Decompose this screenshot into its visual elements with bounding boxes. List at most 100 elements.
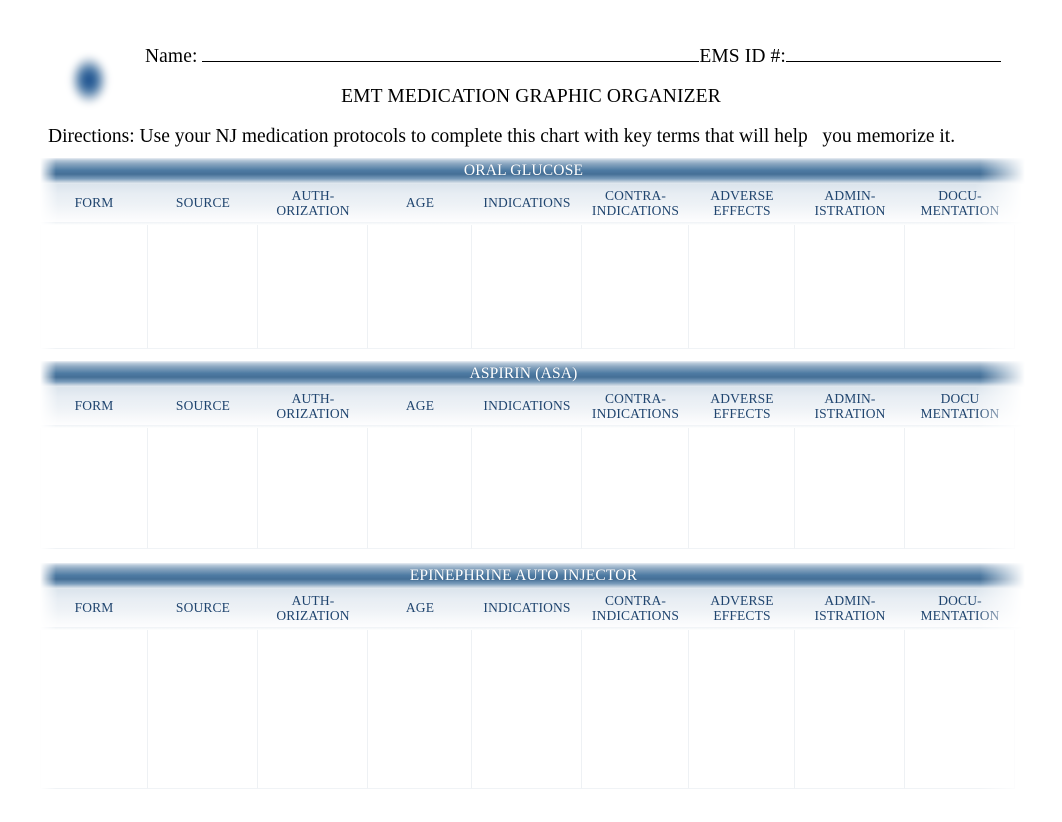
ems-id-input[interactable] [785, 47, 1001, 62]
column-header-line1: ADVERSE [710, 592, 774, 608]
cell-documentation[interactable] [905, 425, 1015, 549]
cell-authorization[interactable] [258, 425, 368, 549]
column-header-documentation: DOCU- MENTATION [905, 593, 1015, 624]
column-header-strip: FORM SOURCE AUTH- ORIZATION AGE INDICATI… [40, 589, 1025, 627]
column-header-administration: ADMIN- ISTRATION [795, 391, 905, 422]
column-header-line1: INDICATIONS [483, 195, 571, 211]
column-header-form: FORM [40, 398, 148, 414]
column-header-adverse-effects: ADVERSE EFFECTS [689, 593, 795, 624]
table-row [40, 222, 1025, 349]
cell-form[interactable] [40, 425, 148, 549]
cell-documentation[interactable] [905, 222, 1015, 349]
column-header-source: SOURCE [148, 398, 258, 414]
column-header-adverse-effects: ADVERSE EFFECTS [689, 391, 795, 422]
cell-administration[interactable] [795, 627, 905, 789]
cell-authorization[interactable] [258, 627, 368, 789]
column-header-strip: FORM SOURCE AUTH- ORIZATION AGE INDICATI… [40, 184, 1025, 222]
column-header-administration: ADMIN- ISTRATION [795, 593, 905, 624]
column-header-row: FORM SOURCE AUTH- ORIZATION AGE INDICATI… [40, 387, 1025, 425]
document-header: Name: EMS ID #: EMT MEDICATION GRAPHIC O… [0, 0, 1062, 158]
column-header-line2: ISTRATION [814, 406, 886, 421]
column-header-administration: ADMIN- ISTRATION [795, 188, 905, 219]
cell-contraindications[interactable] [582, 425, 689, 549]
column-header-documentation: DOCU MENTATION [905, 391, 1015, 422]
column-header-strip: FORM SOURCE AUTH- ORIZATION AGE INDICATI… [40, 387, 1025, 425]
column-header-line1: FORM [74, 195, 114, 211]
cell-adverse-effects[interactable] [689, 425, 795, 549]
cell-source[interactable] [148, 222, 258, 349]
column-header-line1: INDICATIONS [483, 600, 571, 616]
table-body [40, 222, 1025, 349]
name-label: Name: [145, 46, 198, 67]
table-title-band: EPINEPHRINE AUTO INJECTOR [40, 563, 1025, 589]
column-header-line1: AGE [405, 398, 435, 414]
column-header-line1: AUTH- [291, 390, 335, 406]
column-header-row: FORM SOURCE AUTH- ORIZATION AGE INDICATI… [40, 184, 1025, 222]
column-header-documentation: DOCU- MENTATION [905, 188, 1015, 219]
cell-contraindications[interactable] [582, 627, 689, 789]
column-header-line1: CONTRA- [604, 592, 667, 608]
cell-administration[interactable] [795, 222, 905, 349]
column-header-age: AGE [368, 195, 472, 211]
cell-indications[interactable] [472, 627, 582, 789]
column-header-line2: EFFECTS [713, 203, 771, 218]
column-header-authorization: AUTH- ORIZATION [258, 391, 368, 422]
cell-administration[interactable] [795, 425, 905, 549]
column-header-age: AGE [368, 600, 472, 616]
name-input[interactable] [202, 47, 700, 62]
column-header-line1: ADMIN- [824, 390, 876, 406]
column-header-line2: ISTRATION [814, 203, 886, 218]
cell-indications[interactable] [472, 425, 582, 549]
column-header-source: SOURCE [148, 195, 258, 211]
column-header-line2: EFFECTS [713, 406, 771, 421]
table-row [40, 627, 1025, 789]
cell-indications[interactable] [472, 222, 582, 349]
cell-adverse-effects[interactable] [689, 627, 795, 789]
column-header-line2: INDICATIONS [591, 406, 680, 421]
agency-seal-icon [52, 36, 126, 124]
column-header-indications: INDICATIONS [472, 398, 582, 414]
cell-age[interactable] [368, 222, 472, 349]
column-header-line1: AUTH- [291, 187, 335, 203]
table-title-band: ASPIRIN (ASA) [40, 361, 1025, 387]
name-and-id-line: Name: EMS ID #: [145, 46, 1015, 74]
column-header-line2: ORIZATION [276, 608, 350, 623]
cell-contraindications[interactable] [582, 222, 689, 349]
table-title: EPINEPHRINE AUTO INJECTOR [409, 567, 638, 584]
table-row [40, 425, 1025, 549]
cell-form[interactable] [40, 222, 148, 349]
cell-authorization[interactable] [258, 222, 368, 349]
cell-adverse-effects[interactable] [689, 222, 795, 349]
column-header-line1: AGE [405, 195, 435, 211]
column-header-row: FORM SOURCE AUTH- ORIZATION AGE INDICATI… [40, 589, 1025, 627]
column-header-line1: AUTH- [291, 592, 335, 608]
column-header-line1: SOURCE [175, 600, 231, 616]
column-header-line2: INDICATIONS [591, 203, 680, 218]
medication-table-epinephrine: EPINEPHRINE AUTO INJECTOR FORM SOURCE AU… [40, 563, 1025, 789]
column-header-line2: ISTRATION [814, 608, 886, 623]
ems-id-label: EMS ID #: [699, 46, 786, 67]
cell-age[interactable] [368, 627, 472, 789]
table-title: ORAL GLUCOSE [463, 162, 584, 179]
column-header-line1: SOURCE [175, 398, 231, 414]
column-header-contraindications: CONTRA- INDICATIONS [582, 188, 689, 219]
directions-text: Directions: Use your NJ medication proto… [48, 126, 956, 147]
column-header-line1: ADMIN- [824, 592, 876, 608]
column-header-line1: ADVERSE [710, 390, 774, 406]
column-header-line2: INDICATIONS [591, 608, 680, 623]
page-title: EMT MEDICATION GRAPHIC ORGANIZER [341, 86, 721, 107]
column-header-age: AGE [368, 398, 472, 414]
column-header-authorization: AUTH- ORIZATION [258, 593, 368, 624]
table-body [40, 627, 1025, 789]
column-header-line2: ORIZATION [276, 203, 350, 218]
column-header-line1: ADMIN- [824, 187, 876, 203]
cell-source[interactable] [148, 425, 258, 549]
cell-age[interactable] [368, 425, 472, 549]
cell-form[interactable] [40, 627, 148, 789]
column-header-line1: DOCU- [938, 187, 982, 203]
cell-source[interactable] [148, 627, 258, 789]
column-header-line2: MENTATION [920, 406, 1000, 421]
column-header-source: SOURCE [148, 600, 258, 616]
cell-documentation[interactable] [905, 627, 1015, 789]
column-header-line1: DOCU- [938, 592, 982, 608]
